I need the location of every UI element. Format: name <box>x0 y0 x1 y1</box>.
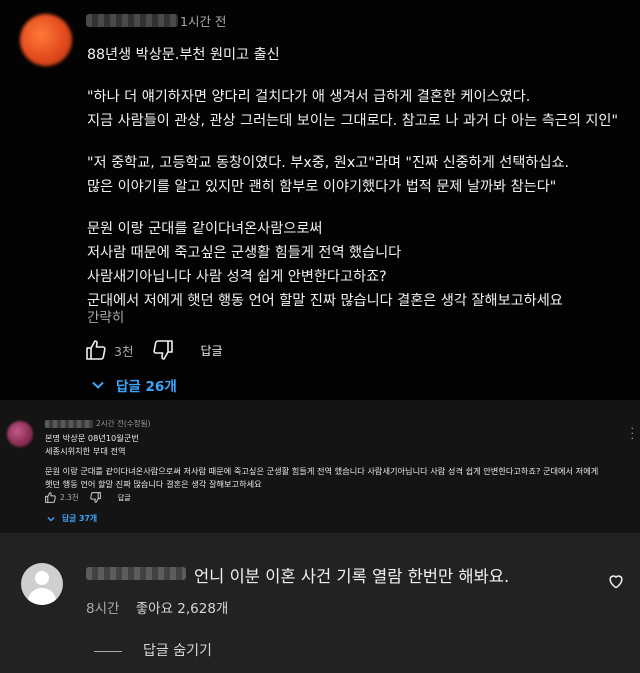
comment-body: 88년생 박상문.부천 원미고 출신 "하나 더 얘기하자면 양다리 걸치다가 … <box>87 43 627 313</box>
thumb-up-icon <box>45 492 56 503</box>
comment-line: 88년생 박상문.부천 원미고 출신 <box>87 47 280 63</box>
comment-line: 본명 박상문 08년10월군번 <box>45 433 139 443</box>
comment-line: "하나 더 얘기하자면 양다리 걸치다가 애 생겨서 급하게 결혼한 케이스였다… <box>87 89 531 105</box>
comment-line: 사람새기아닙니다 사람 성격 쉽게 안변한다고하죠? <box>87 269 387 285</box>
comment-actions: 2.3천 답글 <box>44 491 131 504</box>
heart-icon[interactable] <box>606 571 626 591</box>
thumb-up-icon <box>86 340 106 360</box>
comment-thread-2: 2시간 전(수정됨) · · · 본명 박상문 08년10월군번 세종시위치한 부대… <box>0 400 640 533</box>
hide-replies-button[interactable]: 답글 숨기기 <box>143 640 212 660</box>
avatar[interactable] <box>20 14 72 66</box>
like-button[interactable]: 3천 <box>84 338 151 362</box>
author-name-redacted[interactable] <box>86 567 186 580</box>
comment-body: 본명 박상문 08년10월군번 세종시위치한 부대 전역 문원 이랑 군대를 같… <box>45 432 635 490</box>
show-replies-button[interactable]: 답글 26개 <box>90 373 177 397</box>
comment-line: 햇던 행동 언어 할말 진짜 많습니다 결혼은 생각 잘해보고하세요 <box>45 478 262 489</box>
comment-line: 세종시위치한 부대 전역 <box>45 445 126 456</box>
comment-thread-3: 언니 이분 이혼 사건 기록 열람 한번만 해봐요. 8시간 좋아요 2,628… <box>0 533 640 673</box>
chevron-down-icon <box>47 516 55 522</box>
comment-line: "저 중학교, 고등학교 동창이였다. 부x중, 원x고"라며 "진짜 신중하게… <box>87 155 570 171</box>
divider <box>94 651 122 652</box>
chevron-down-icon <box>92 381 104 389</box>
replies-count: 답글 26개 <box>116 379 177 395</box>
thumb-down-icon[interactable] <box>151 338 175 362</box>
default-avatar-icon[interactable] <box>21 563 63 605</box>
comment-line: 저사람 때문에 죽고싶은 군생활 힘들게 전역 했습니다 <box>87 245 402 261</box>
comment-time: 1시간 전 <box>180 14 227 29</box>
comment-line: 지금 사람들이 관상, 관상 그러는데 보이는 그대로다. 참고로 나 과거 다… <box>87 113 619 129</box>
reply-button[interactable]: 답글 <box>118 493 131 503</box>
comment-line: 군대에서 저에게 햇던 행동 언어 할말 진짜 많습니다 결혼은 생각 잘해보고… <box>87 293 563 309</box>
like-count: 2.3천 <box>60 493 79 502</box>
like-button[interactable]: 2.3천 <box>44 491 89 504</box>
like-count: 좋아요 2,628개 <box>135 601 229 617</box>
comment-meta: 8시간 좋아요 2,628개 <box>86 597 228 617</box>
author-name-redacted[interactable] <box>86 14 178 27</box>
comment-line: 문원 이랑 군대를 같이다녀온사람으로써 저사람 때문에 죽고싶은 군생활 힘들… <box>45 466 599 476</box>
comment-text: 언니 이분 이혼 사건 기록 열람 한번만 해봐요. <box>194 567 510 586</box>
replies-count: 답글 37개 <box>62 514 98 523</box>
author-name-redacted[interactable] <box>45 420 93 428</box>
comment-time: 2시간 전(수정됨) <box>96 419 151 428</box>
comment-actions: 3천 답글 <box>84 337 223 363</box>
reply-button[interactable]: 답글 <box>200 342 222 359</box>
read-less-link[interactable]: 간략히 <box>87 306 124 326</box>
comment-thread-1: 1시간 전 88년생 박상문.부천 원미고 출신 "하나 더 얘기하자면 양다리… <box>0 0 640 400</box>
comment-line: 많은 이야기를 알고 있지만 괜히 함부로 이야기했다가 법적 문제 날까봐 참… <box>87 179 557 195</box>
show-replies-button[interactable]: 답글 37개 <box>46 513 97 524</box>
comment-time: 8시간 <box>86 601 120 617</box>
avatar[interactable] <box>7 421 33 447</box>
comment-line: 문원 이랑 군대를 같이다녀온사람으로써 <box>87 221 323 237</box>
like-count: 3천 <box>114 343 134 359</box>
thumb-down-icon[interactable] <box>89 491 102 504</box>
